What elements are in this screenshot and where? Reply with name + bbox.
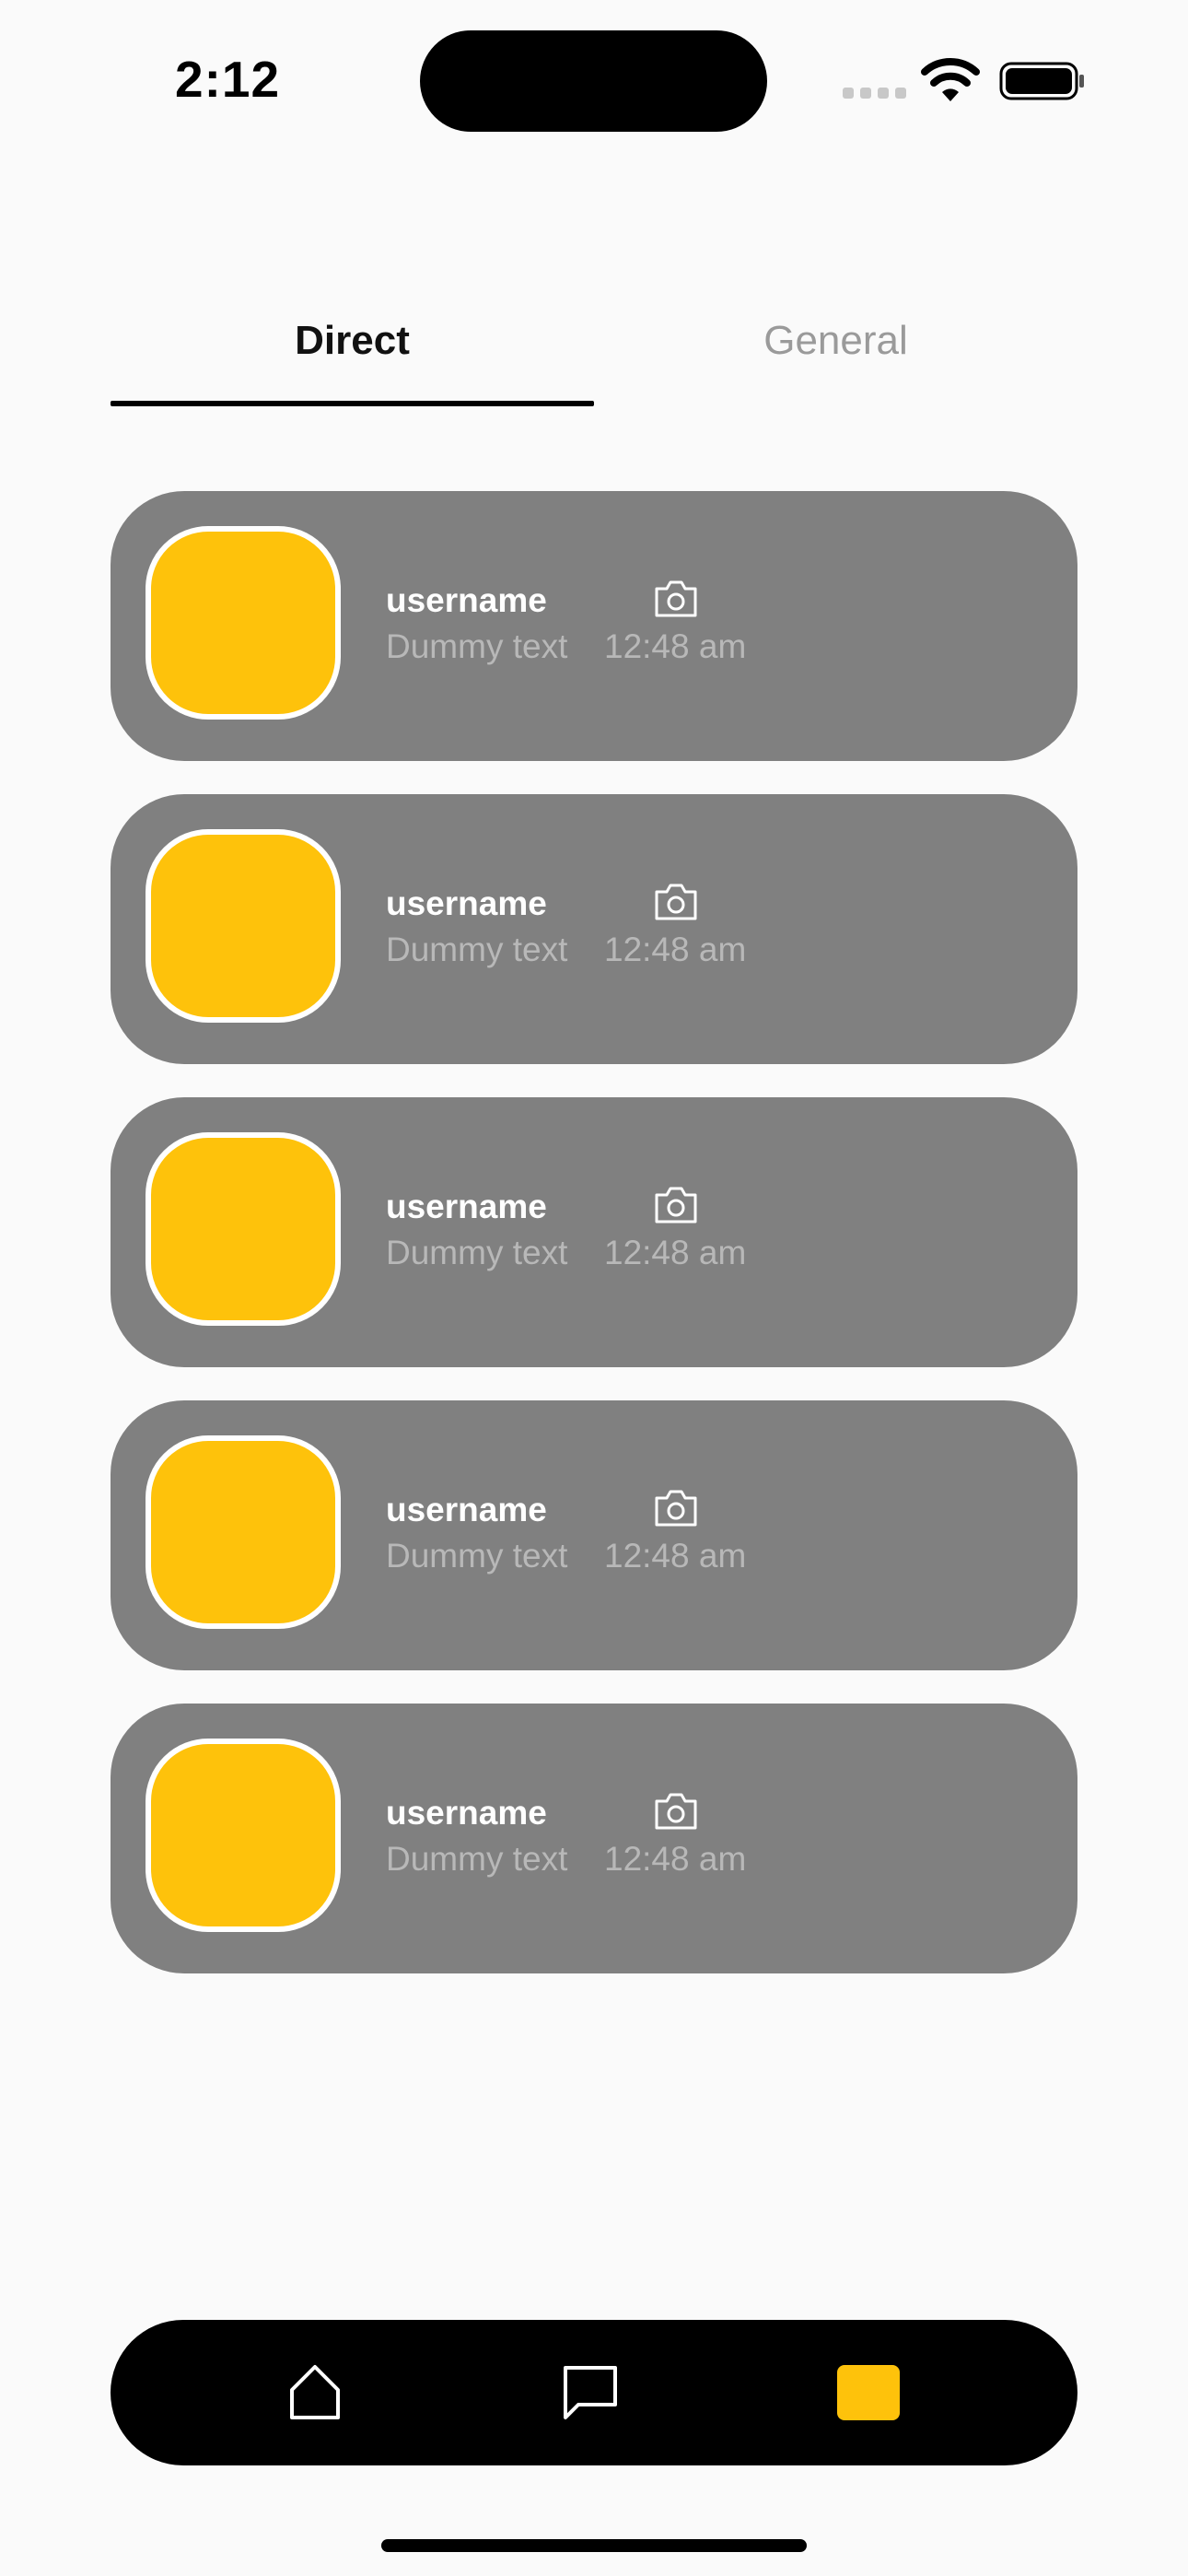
avatar[interactable] (146, 526, 341, 720)
chat-username: username (386, 581, 547, 619)
chat-username: username (386, 1794, 547, 1832)
chat-preview: Dummy text (386, 1234, 568, 1271)
tab-bar: Direct General (111, 276, 1077, 410)
status-time: 2:12 (175, 51, 281, 108)
camera-icon[interactable] (652, 1487, 700, 1529)
status-bar: 2:12 (0, 0, 1188, 157)
avatar[interactable] (146, 1739, 341, 1932)
bottom-nav-bar (111, 2320, 1077, 2465)
chat-username: username (386, 1188, 547, 1225)
home-indicator (381, 2539, 807, 2552)
chat-time: 12:48 am (604, 1840, 747, 1878)
avatar[interactable] (146, 1435, 341, 1629)
chat-preview: Dummy text (386, 627, 568, 665)
avatar[interactable] (146, 1132, 341, 1326)
battery-icon (999, 62, 1084, 100)
camera-icon[interactable] (652, 578, 700, 620)
camera-icon[interactable] (652, 1790, 700, 1832)
chat-username: username (386, 1491, 547, 1528)
chat-preview: Dummy text (386, 1537, 568, 1575)
chat-preview: Dummy text (386, 931, 568, 968)
chat-username: username (386, 884, 547, 922)
tab-general[interactable]: General (594, 276, 1077, 405)
avatar[interactable] (146, 829, 341, 1023)
chat-time: 12:48 am (604, 1234, 747, 1271)
tab-direct[interactable]: Direct (111, 276, 594, 405)
chat-list-item[interactable]: username Dummy text 12:48 am (111, 794, 1077, 1064)
chat-preview: Dummy text (386, 1840, 568, 1878)
cellular-signal-icon (843, 88, 907, 99)
chat-list-item[interactable]: username Dummy text 12:48 am (111, 1097, 1077, 1367)
chat-time: 12:48 am (604, 627, 747, 665)
chat-list: username Dummy text 12:48 am username Du… (111, 491, 1077, 2007)
wifi-icon (921, 57, 980, 101)
chat-list-item[interactable]: username Dummy text 12:48 am (111, 491, 1077, 761)
chat-time: 12:48 am (604, 1537, 747, 1575)
camera-icon[interactable] (652, 881, 700, 923)
chat-list-item[interactable]: username Dummy text 12:48 am (111, 1400, 1077, 1670)
dynamic-island (420, 30, 767, 132)
profile-square-icon[interactable] (837, 2365, 900, 2420)
active-tab-indicator (111, 401, 594, 406)
camera-icon[interactable] (652, 1184, 700, 1226)
chat-bubble-icon[interactable] (558, 2360, 623, 2425)
chat-list-item[interactable]: username Dummy text 12:48 am (111, 1704, 1077, 1973)
home-icon[interactable] (283, 2360, 347, 2425)
chat-time: 12:48 am (604, 931, 747, 968)
